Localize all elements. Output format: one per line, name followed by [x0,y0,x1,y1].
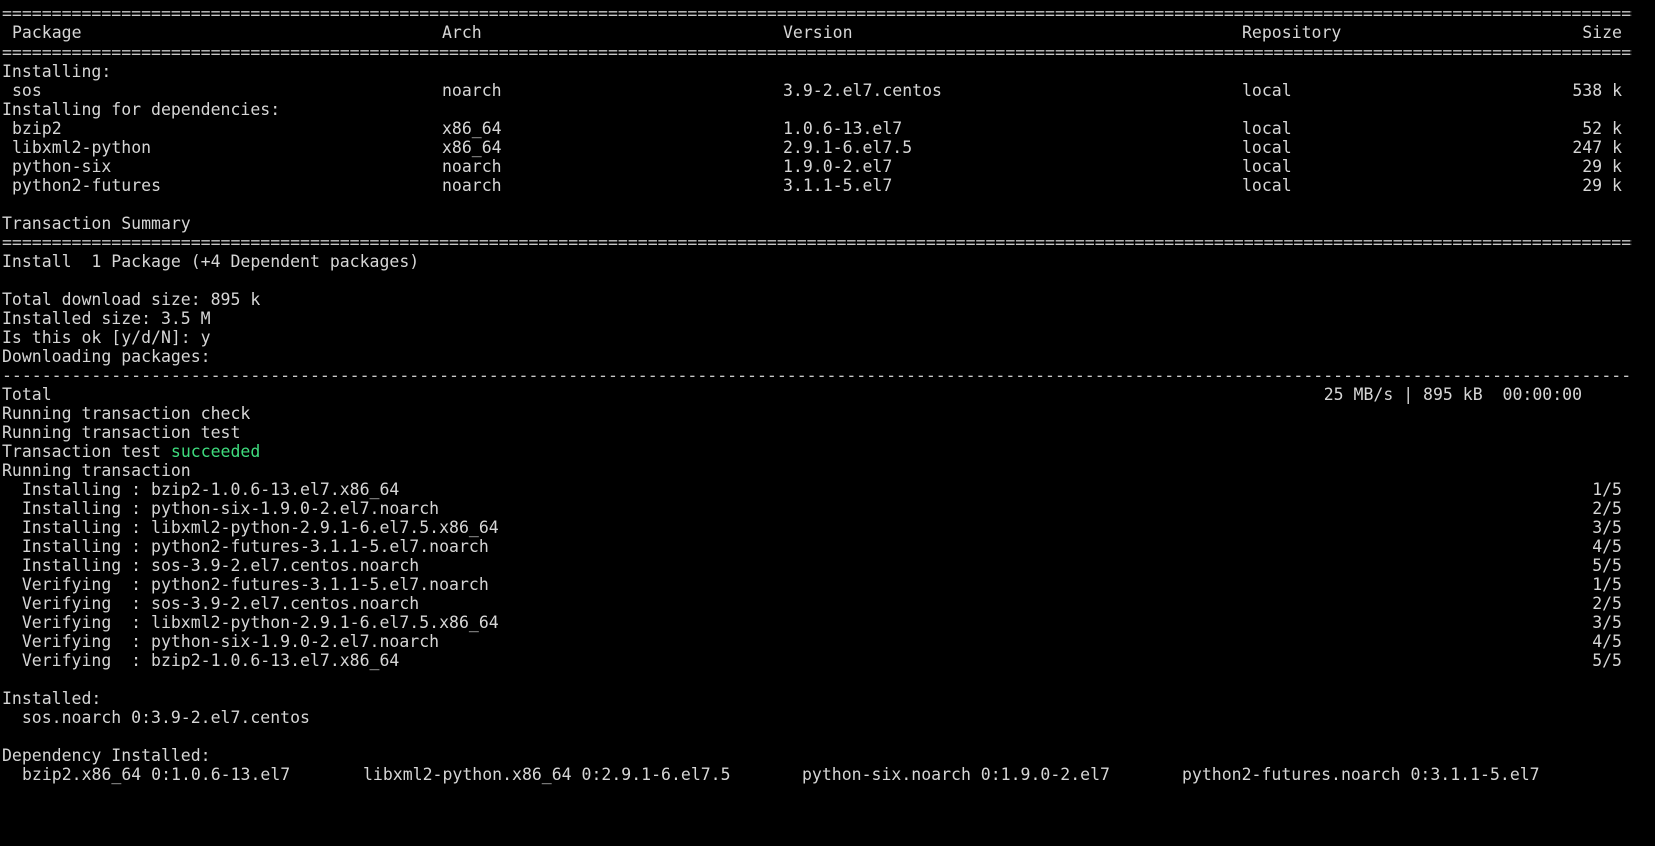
package-size: 29 k [1582,157,1622,176]
package-version: 3.9-2.el7.centos [783,81,942,100]
package-version: 1.9.0-2.el7 [783,157,893,176]
step-action: Verifying : libxml2-python-2.9.1-6.el7.5… [2,613,499,632]
step-action: Installing : sos-3.9-2.el7.centos.noarch [2,556,420,575]
step-action: Verifying : sos-3.9-2.el7.centos.noarch [2,594,420,613]
package-size: 247 k [1572,138,1622,157]
download-size-line: Total download size: 895 k [2,290,261,309]
dep-installed-label: Dependency Installed: [2,746,211,765]
terminal-window[interactable]: Package Arch Version Repository Size Ins… [0,0,1655,846]
package-arch: noarch [442,157,502,176]
package-name: python2-futures [12,176,162,195]
dependencies-label: Installing for dependencies: [2,100,281,119]
step-progress: 4/5 [1592,632,1622,651]
separator-line [2,43,1632,63]
step-progress: 3/5 [1592,613,1622,632]
confirm-prompt-line: Is this ok [y/d/N]: y [2,328,211,347]
total-stats: 25 MB/s | 895 kB 00:00:00 [1323,385,1582,404]
package-version: 3.1.1-5.el7 [783,176,893,195]
package-name: libxml2-python [12,138,152,157]
package-arch: x86_64 [442,138,502,157]
header-repository: Repository [1242,23,1342,42]
test-result-prefix: Transaction test [2,442,171,461]
step-action: Installing : python2-futures-3.1.1-5.el7… [2,537,489,556]
installed-item: sos.noarch 0:3.9-2.el7.centos [2,708,310,727]
step-action: Installing : python-six-1.9.0-2.el7.noar… [2,499,440,518]
run-transaction-line: Running transaction [2,461,191,480]
step-action: Verifying : bzip2-1.0.6-13.el7.x86_64 [2,651,400,670]
package-version: 2.9.1-6.el7.5 [783,138,913,157]
dep-installed-item: python-six.noarch 0:1.9.0-2.el7 [802,765,1110,784]
header-size: Size [1582,23,1622,42]
step-progress: 5/5 [1592,651,1622,670]
header-version: Version [783,23,853,42]
package-repository: local [1242,138,1292,157]
run-test-line: Running transaction test [2,423,241,442]
test-result-line: Transaction test succeeded [2,442,260,462]
installing-label: Installing: [2,62,112,81]
package-arch: noarch [442,81,502,100]
separator-line [2,233,1632,253]
step-action: Verifying : python2-futures-3.1.1-5.el7.… [2,575,489,594]
package-size: 538 k [1572,81,1622,100]
step-progress: 1/5 [1592,575,1622,594]
package-version: 1.0.6-13.el7 [783,119,903,138]
package-repository: local [1242,157,1292,176]
package-name: sos [12,81,42,100]
package-name: bzip2 [12,119,62,138]
package-repository: local [1242,119,1292,138]
step-progress: 2/5 [1592,594,1622,613]
step-progress: 3/5 [1592,518,1622,537]
run-check-line: Running transaction check [2,404,251,423]
install-count-line: Install 1 Package (+4 Dependent packages… [2,252,420,271]
downloading-line: Downloading packages: [2,347,211,366]
step-progress: 4/5 [1592,537,1622,556]
dep-installed-item: libxml2-python.x86_64 0:2.9.1-6.el7.5 [363,765,731,784]
header-package: Package [12,23,82,42]
dep-installed-item: bzip2.x86_64 0:1.0.6-13.el7 [22,765,291,784]
package-repository: local [1242,81,1292,100]
step-action: Installing : libxml2-python-2.9.1-6.el7.… [2,518,499,537]
package-size: 29 k [1582,176,1622,195]
separator-line [2,4,1632,24]
dep-installed-item: python2-futures.noarch 0:3.1.1-5.el7 [1182,765,1540,784]
step-progress: 2/5 [1592,499,1622,518]
installed-label: Installed: [2,689,102,708]
step-action: Installing : bzip2-1.0.6-13.el7.x86_64 [2,480,400,499]
separator-line [2,366,1632,386]
package-repository: local [1242,176,1292,195]
summary-title: Transaction Summary [2,214,191,233]
total-label: Total [2,385,52,404]
test-result-status: succeeded [170,442,261,461]
package-arch: x86_64 [442,119,502,138]
package-size: 52 k [1582,119,1622,138]
installed-size-line: Installed size: 3.5 M [2,309,211,328]
step-action: Verifying : python-six-1.9.0-2.el7.noarc… [2,632,440,651]
step-progress: 1/5 [1592,480,1622,499]
package-name: python-six [12,157,112,176]
step-progress: 5/5 [1592,556,1622,575]
package-arch: noarch [442,176,502,195]
header-arch: Arch [442,23,482,42]
